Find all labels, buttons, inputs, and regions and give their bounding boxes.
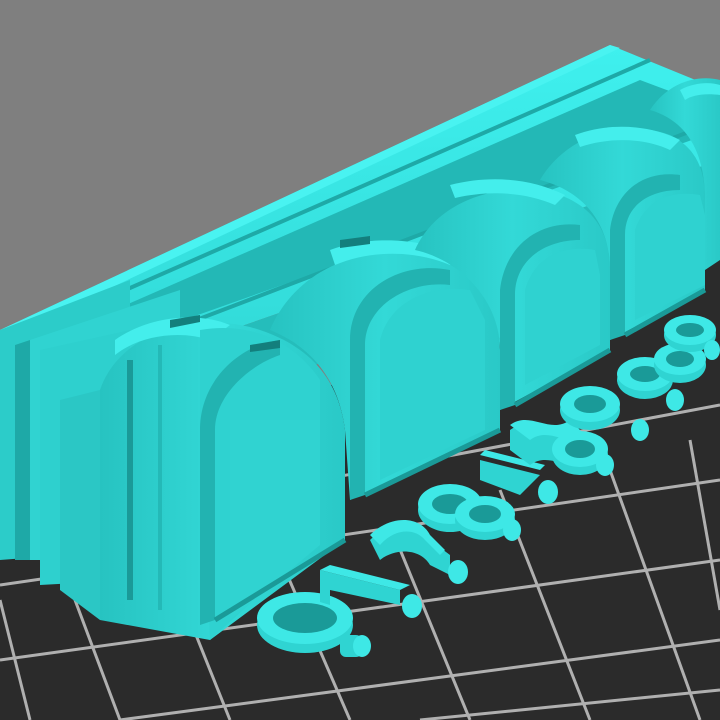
viewport-canvas[interactable]: [0, 0, 720, 720]
3d-viewport[interactable]: [0, 0, 720, 720]
